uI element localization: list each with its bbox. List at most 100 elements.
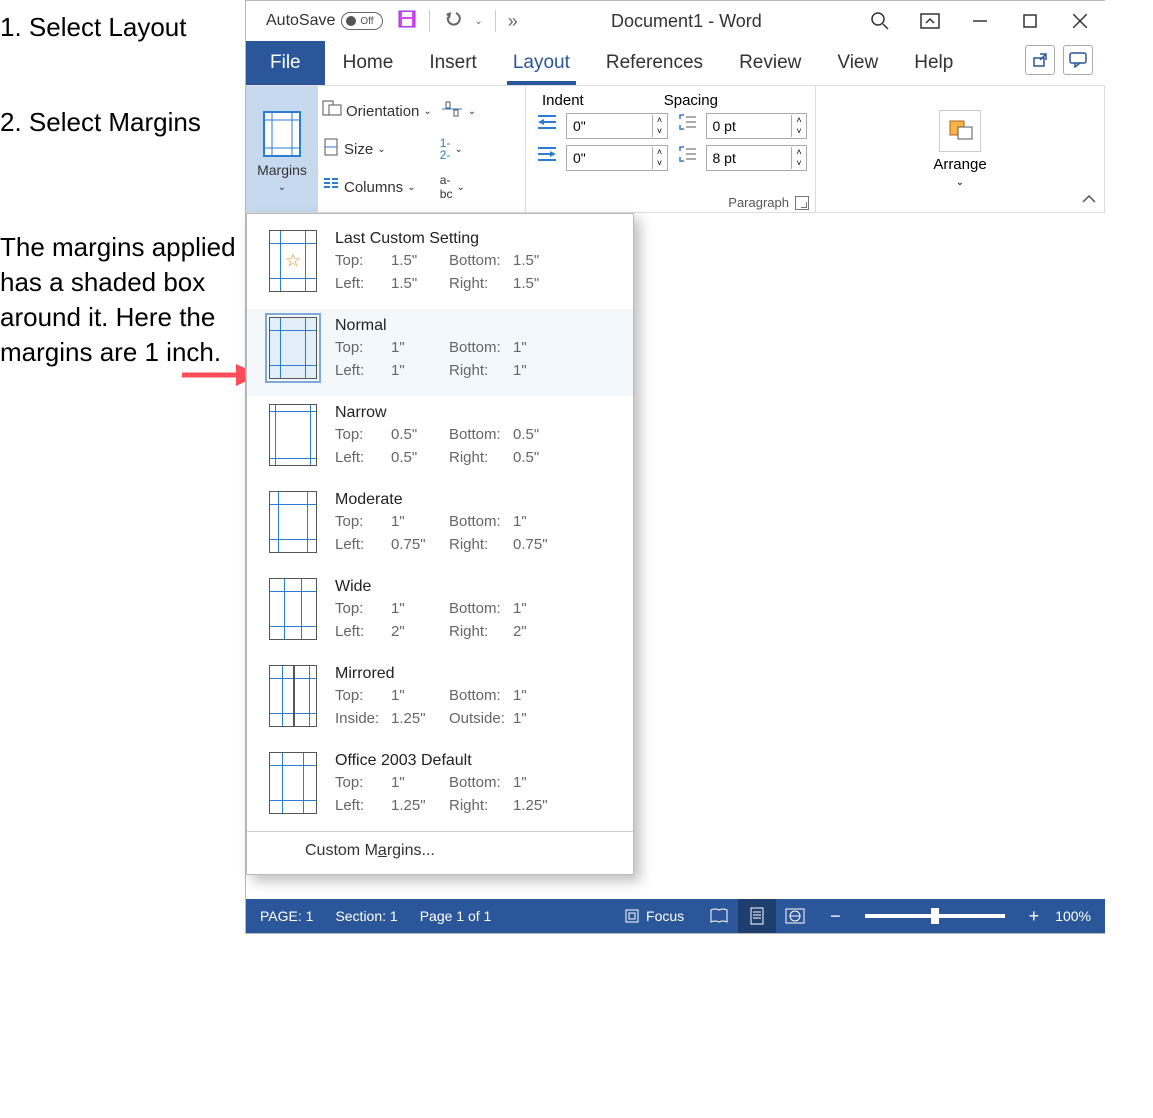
annotation-step2: 2. Select Margins [0,105,237,140]
web-layout-icon[interactable] [776,899,814,933]
spacing-after-input[interactable]: 8 pt˄˅ [706,145,808,171]
undo-dropdown-icon[interactable]: ⌄ [474,16,482,27]
comments-icon[interactable] [1063,45,1093,75]
size-icon [322,138,340,160]
chevron-down-icon: ⌄ [278,182,286,193]
tab-file[interactable]: File [246,41,325,85]
hyphenation-button[interactable]: a-bc⌄ [440,173,521,201]
breaks-button[interactable]: ⌄ [440,97,521,125]
tab-references[interactable]: References [588,41,721,85]
tab-review[interactable]: Review [721,41,819,85]
margin-preset-item[interactable]: ☆ Last Custom Setting Top:1.5"Bottom:1.5… [247,222,633,309]
search-icon[interactable] [855,1,905,41]
ribbon-display-icon[interactable] [905,1,955,41]
spin-up-icon[interactable]: ˄ [792,115,806,126]
undo-icon[interactable] [442,9,464,34]
line-numbers-button[interactable]: 1-2-⌄ [440,135,521,163]
indent-left-icon [536,113,558,139]
more-commands-icon[interactable]: » [508,11,518,32]
read-mode-icon[interactable] [700,899,738,933]
margin-preset-name: Moderate [335,491,619,509]
margin-preset-name: Office 2003 Default [335,752,619,770]
orientation-button[interactable]: Orientation⌄ [322,97,432,125]
spacing-before-input[interactable]: 0 pt˄˅ [706,113,808,139]
spin-down-icon[interactable]: ˅ [653,126,667,137]
minimize-button[interactable] [955,1,1005,41]
autosave-toggle[interactable]: AutoSave Off [266,12,383,30]
tab-help[interactable]: Help [896,41,971,85]
title-bar: AutoSave Off ⌄ » Document1 - Word [246,1,1105,41]
columns-icon [322,177,340,197]
ribbon-group-page-setup: Margins ⌄ Orientation⌄ Size⌄ Columns⌄ ⌄ … [246,86,526,212]
spin-up-icon[interactable]: ˄ [792,147,806,158]
ribbon-tabs: File Home Insert Layout References Revie… [246,41,1105,85]
annotation-panel: 1. Select Layout 2. Select Margins The m… [0,0,245,934]
autosave-label: AutoSave [266,12,335,30]
zoom-in-icon[interactable]: + [1029,906,1040,927]
collapse-ribbon-icon[interactable] [1082,191,1096,208]
spin-up-icon[interactable]: ˄ [653,115,667,126]
status-pages[interactable]: Page 1 of 1 [420,908,492,924]
indent-header: Indent [542,92,584,109]
spacing-before-icon [676,113,698,139]
document-title: Document1 - Word [518,11,855,32]
spin-up-icon[interactable]: ˄ [653,147,667,158]
margin-thumb-icon [269,578,317,640]
margins-label: Margins [257,162,307,178]
margin-thumb-icon: ☆ [269,230,317,292]
margin-preset-name: Narrow [335,404,619,422]
indent-right-input[interactable]: 0"˄˅ [566,145,668,171]
spin-down-icon[interactable]: ˅ [792,126,806,137]
focus-mode[interactable]: Focus [624,908,684,924]
margin-thumb-icon [269,404,317,466]
annotation-step1: 1. Select Layout [0,10,237,45]
margin-thumb-icon [269,317,317,379]
zoom-slider[interactable] [865,914,1005,918]
margin-preset-name: Last Custom Setting [335,230,619,248]
tab-layout[interactable]: Layout [495,41,588,85]
ribbon-group-paragraph: Indent Spacing 0"˄˅ 0 pt˄˅ 0"˄˅ 8 pt˄˅ P… [526,86,816,212]
margins-button[interactable]: Margins ⌄ [246,86,318,212]
size-button[interactable]: Size⌄ [322,135,432,163]
paragraph-dialog-launcher[interactable] [795,196,809,210]
autosave-switch[interactable]: Off [341,12,383,30]
status-page[interactable]: PAGE: 1 [260,908,313,924]
margin-preset-item[interactable]: Moderate Top:1"Bottom:1" Left:0.75"Right… [247,483,633,570]
status-bar: PAGE: 1 Section: 1 Page 1 of 1 Focus − +… [246,899,1105,933]
margin-preset-item[interactable]: Wide Top:1"Bottom:1" Left:2"Right:2" [247,570,633,657]
indent-right-icon [536,145,558,171]
spin-down-icon[interactable]: ˅ [653,158,667,169]
margin-preset-item[interactable]: Normal Top:1"Bottom:1" Left:1"Right:1" [247,309,633,396]
line-numbers-icon: 1-2- [440,137,451,161]
share-icon[interactable] [1025,45,1055,75]
spin-down-icon[interactable]: ˅ [792,158,806,169]
tab-home[interactable]: Home [325,41,412,85]
margin-preset-item[interactable]: Office 2003 Default Top:1"Bottom:1" Left… [247,744,633,831]
margin-thumb-icon [269,665,317,727]
spacing-header: Spacing [664,92,718,109]
columns-button[interactable]: Columns⌄ [322,173,432,201]
zoom-level[interactable]: 100% [1055,908,1091,924]
tab-insert[interactable]: Insert [411,41,495,85]
margin-preset-name: Normal [335,317,619,335]
zoom-out-icon[interactable]: − [830,906,841,927]
annotation-paragraph: The margins applied has a shaded box aro… [0,230,237,370]
close-button[interactable] [1055,1,1105,41]
status-section[interactable]: Section: 1 [335,908,397,924]
arrange-icon[interactable] [939,110,981,152]
margin-preset-item[interactable]: Mirrored Top:1"Bottom:1" Inside:1.25"Out… [247,657,633,744]
indent-left-input[interactable]: 0"˄˅ [566,113,668,139]
margins-dropdown-menu: ☆ Last Custom Setting Top:1.5"Bottom:1.5… [246,213,634,875]
tab-view[interactable]: View [819,41,896,85]
ribbon-group-arrange: Arrange ⌄ [816,86,1105,212]
custom-margins-item[interactable]: Custom Margins... [247,831,633,872]
maximize-button[interactable] [1005,1,1055,41]
margin-preset-item[interactable]: Narrow Top:0.5"Bottom:0.5" Left:0.5"Righ… [247,396,633,483]
word-window: AutoSave Off ⌄ » Document1 - Word [245,0,1105,934]
ribbon: Margins ⌄ Orientation⌄ Size⌄ Columns⌄ ⌄ … [246,85,1105,213]
print-layout-icon[interactable] [738,899,776,933]
margin-preset-name: Mirrored [335,665,619,683]
save-icon[interactable] [397,9,417,34]
orientation-icon [322,100,342,122]
margin-thumb-icon [269,491,317,553]
